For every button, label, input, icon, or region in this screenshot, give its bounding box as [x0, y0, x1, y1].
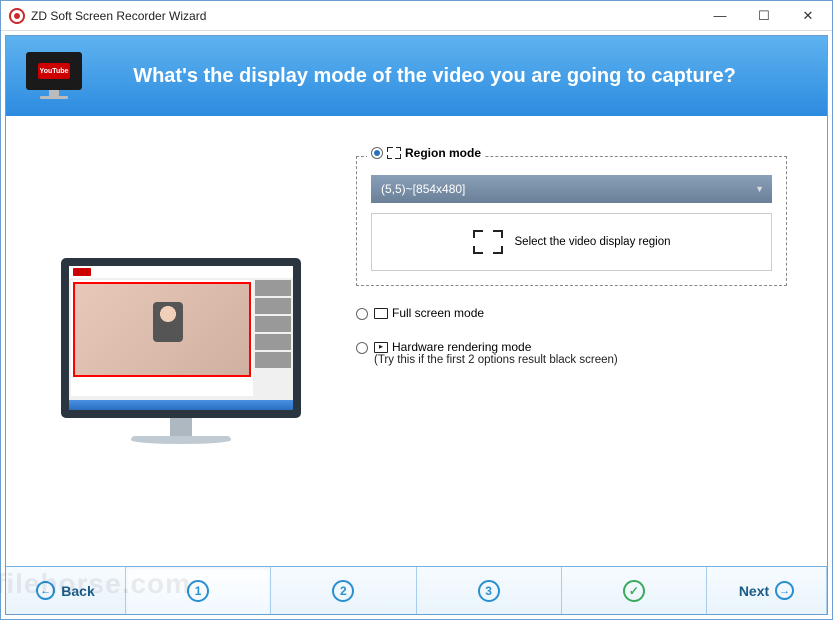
maximize-button[interactable]: ☐ [742, 2, 786, 30]
preview-column [36, 146, 326, 556]
region-highlight-icon [73, 282, 251, 377]
options-column: Region mode (5,5)~[854x480] Select the v… [356, 146, 787, 556]
hardware-mode-radio[interactable]: Hardware rendering mode (Try this if the… [356, 340, 787, 366]
wizard-body: Region mode (5,5)~[854x480] Select the v… [6, 116, 827, 566]
region-select-icon [473, 230, 503, 254]
region-mode-label: Region mode [405, 146, 481, 160]
full-screen-radio[interactable]: Full screen mode [356, 306, 787, 320]
step-number: 2 [332, 580, 354, 602]
step-final[interactable]: ✓ [562, 567, 707, 614]
window-title: ZD Soft Screen Recorder Wizard [31, 9, 698, 23]
hardware-mode-hint: (Try this if the first 2 options result … [374, 354, 618, 366]
app-icon [9, 8, 25, 24]
region-mode-group: Region mode (5,5)~[854x480] Select the v… [356, 156, 787, 286]
titlebar: ZD Soft Screen Recorder Wizard ― ☐ ✕ [1, 1, 832, 31]
hardware-icon [374, 342, 388, 353]
wizard-frame: YouTube What's the display mode of the v… [5, 35, 828, 615]
radio-unchecked-icon [356, 342, 368, 354]
select-region-label: Select the video display region [515, 236, 671, 248]
region-corners-icon [387, 147, 401, 159]
checkmark-icon: ✓ [623, 580, 645, 602]
step-2[interactable]: 2 [271, 567, 416, 614]
wizard-question: What's the display mode of the video you… [102, 65, 807, 88]
youtube-badge-icon: YouTube [38, 63, 70, 79]
step-number: 3 [478, 580, 500, 602]
window-controls: ― ☐ ✕ [698, 2, 830, 30]
full-screen-label: Full screen mode [392, 306, 484, 320]
region-mode-radio[interactable]: Region mode [367, 146, 485, 160]
region-size-dropdown[interactable]: (5,5)~[854x480] [371, 175, 772, 203]
app-window: ZD Soft Screen Recorder Wizard ― ☐ ✕ You… [0, 0, 833, 620]
region-size-value: (5,5)~[854x480] [381, 182, 465, 196]
next-label: Next [739, 583, 769, 599]
select-region-button[interactable]: Select the video display region [371, 213, 772, 271]
wizard-banner: YouTube What's the display mode of the v… [6, 36, 827, 116]
watermark-text: filehorse.com [0, 568, 191, 600]
minimize-button[interactable]: ― [698, 2, 742, 30]
close-button[interactable]: ✕ [786, 2, 830, 30]
step-3[interactable]: 3 [417, 567, 562, 614]
hardware-mode-label: Hardware rendering mode [392, 340, 531, 354]
radio-checked-icon [371, 147, 383, 159]
arrow-right-icon: → [775, 581, 794, 600]
radio-unchecked-icon [356, 308, 368, 320]
fullscreen-icon [374, 308, 388, 319]
next-button[interactable]: Next → [707, 567, 827, 614]
preview-monitor-icon [61, 258, 301, 444]
banner-monitor-icon: YouTube [26, 52, 82, 100]
